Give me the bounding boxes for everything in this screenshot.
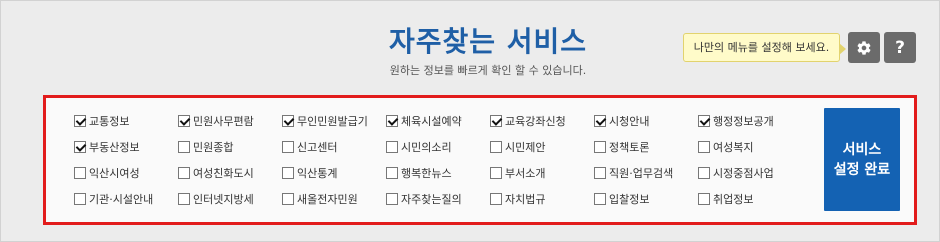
service-checkbox[interactable] (74, 115, 86, 127)
service-label: 새올전자민원 (297, 193, 358, 206)
service-checkbox[interactable] (282, 167, 294, 179)
service-checkbox[interactable] (594, 141, 606, 153)
service-option[interactable]: 정책토론 (594, 134, 698, 160)
service-label: 인터넷지방세 (193, 193, 254, 206)
service-label: 입찰정보 (609, 193, 650, 206)
service-option[interactable]: 교통정보 (74, 108, 178, 134)
done-label-line1: 서비스 (842, 141, 882, 158)
service-checkbox[interactable] (594, 115, 606, 127)
service-checkbox[interactable] (490, 115, 502, 127)
service-checkbox[interactable] (386, 141, 398, 153)
service-option[interactable]: 행정정보공개 (698, 108, 802, 134)
service-label: 무인민원발급기 (297, 115, 368, 128)
service-checkbox[interactable] (282, 141, 294, 153)
service-option[interactable]: 시민제안 (490, 134, 594, 160)
service-checkbox[interactable] (74, 167, 86, 179)
service-checkbox[interactable] (282, 193, 294, 205)
service-label: 민원종합 (193, 141, 234, 154)
service-checkbox[interactable] (74, 141, 86, 153)
service-checkbox[interactable] (178, 115, 190, 127)
service-label: 교통정보 (89, 115, 130, 128)
service-option[interactable]: 신고센터 (282, 134, 386, 160)
service-option[interactable]: 익산시여성 (74, 160, 178, 186)
service-label: 시청안내 (609, 115, 650, 128)
service-option[interactable]: 직원·업무검색 (594, 160, 698, 186)
service-label: 기관·시설안내 (89, 193, 154, 206)
service-checkbox[interactable] (74, 193, 86, 205)
service-checkbox[interactable] (698, 167, 710, 179)
service-label: 부서소개 (505, 167, 546, 180)
service-label: 체육시설예약 (401, 115, 462, 128)
service-label: 시정중점사업 (713, 167, 774, 180)
service-label: 민원사무편람 (193, 115, 254, 128)
service-option[interactable]: 인터넷지방세 (178, 186, 282, 212)
page-subtitle: 원하는 정보를 빠르게 확인 할 수 있습니다. (389, 64, 587, 77)
settings-complete-button[interactable]: 서비스 설정 완료 (824, 108, 900, 211)
help-button[interactable]: ? (884, 32, 916, 63)
service-label: 행복한뉴스 (401, 167, 452, 180)
service-settings-panel: 교통정보 민원사무편람 무인민원발급기 체육시설예약 교육강좌신청 시청안내 행정정보공개부… (43, 95, 917, 225)
service-checkbox[interactable] (178, 193, 190, 205)
service-label: 여성복지 (713, 141, 754, 154)
service-checkbox[interactable] (698, 193, 710, 205)
service-option[interactable]: 부서소개 (490, 160, 594, 186)
service-option[interactable]: 민원사무편람 (178, 108, 282, 134)
settings-tooltip: 나만의 메뉴를 설정해 보세요. (683, 33, 846, 62)
service-option[interactable]: 시정중점사업 (698, 160, 802, 186)
service-option[interactable]: 체육시설예약 (386, 108, 490, 134)
service-label: 신고센터 (297, 141, 338, 154)
service-checkbox[interactable] (178, 141, 190, 153)
service-label: 익산통계 (297, 167, 338, 180)
service-option[interactable]: 교육강좌신청 (490, 108, 594, 134)
service-option[interactable]: 시청안내 (594, 108, 698, 134)
service-option[interactable]: 시민의소리 (386, 134, 490, 160)
service-checkbox[interactable] (490, 167, 502, 179)
service-checkbox[interactable] (178, 167, 190, 179)
service-checkbox[interactable] (594, 167, 606, 179)
service-option[interactable]: 취업정보 (698, 186, 802, 212)
service-option[interactable]: 익산통계 (282, 160, 386, 186)
service-checkbox[interactable] (490, 141, 502, 153)
gear-icon (857, 40, 871, 55)
service-option[interactable]: 부동산정보 (74, 134, 178, 160)
service-checkbox[interactable] (386, 167, 398, 179)
service-option[interactable]: 무인민원발급기 (282, 108, 386, 134)
service-checkbox[interactable] (698, 115, 710, 127)
service-label: 행정정보공개 (713, 115, 774, 128)
service-checkbox[interactable] (594, 193, 606, 205)
service-label: 여성친화도시 (193, 167, 254, 180)
done-label-line2: 설정 완료 (833, 161, 891, 178)
service-label: 교육강좌신청 (505, 115, 566, 128)
service-option[interactable]: 기관·시설안내 (74, 186, 178, 212)
service-label: 자주찾는질의 (401, 193, 462, 206)
service-option[interactable]: 자치법규 (490, 186, 594, 212)
service-checkbox[interactable] (698, 141, 710, 153)
service-label: 시민의소리 (401, 141, 452, 154)
service-option[interactable]: 여성복지 (698, 134, 802, 160)
service-label: 자치법규 (505, 193, 546, 206)
settings-button[interactable] (848, 32, 880, 63)
service-option[interactable]: 행복한뉴스 (386, 160, 490, 186)
service-label: 정책토론 (609, 141, 650, 154)
service-option[interactable]: 민원종합 (178, 134, 282, 160)
help-icon: ? (895, 37, 905, 58)
service-option[interactable]: 자주찾는질의 (386, 186, 490, 212)
service-label: 직원·업무검색 (609, 167, 674, 180)
service-label: 부동산정보 (89, 141, 140, 154)
service-checkbox[interactable] (386, 193, 398, 205)
service-label: 익산시여성 (89, 167, 140, 180)
service-option[interactable]: 여성친화도시 (178, 160, 282, 186)
service-checkbox[interactable] (490, 193, 502, 205)
service-option[interactable]: 새올전자민원 (282, 186, 386, 212)
service-label: 시민제안 (505, 141, 546, 154)
service-checkbox[interactable] (386, 115, 398, 127)
service-checkbox[interactable] (282, 115, 294, 127)
service-checkbox-grid: 교통정보 민원사무편람 무인민원발급기 체육시설예약 교육강좌신청 시청안내 행정정보공개부… (74, 108, 802, 212)
service-option[interactable]: 입찰정보 (594, 186, 698, 212)
service-label: 취업정보 (713, 193, 754, 206)
